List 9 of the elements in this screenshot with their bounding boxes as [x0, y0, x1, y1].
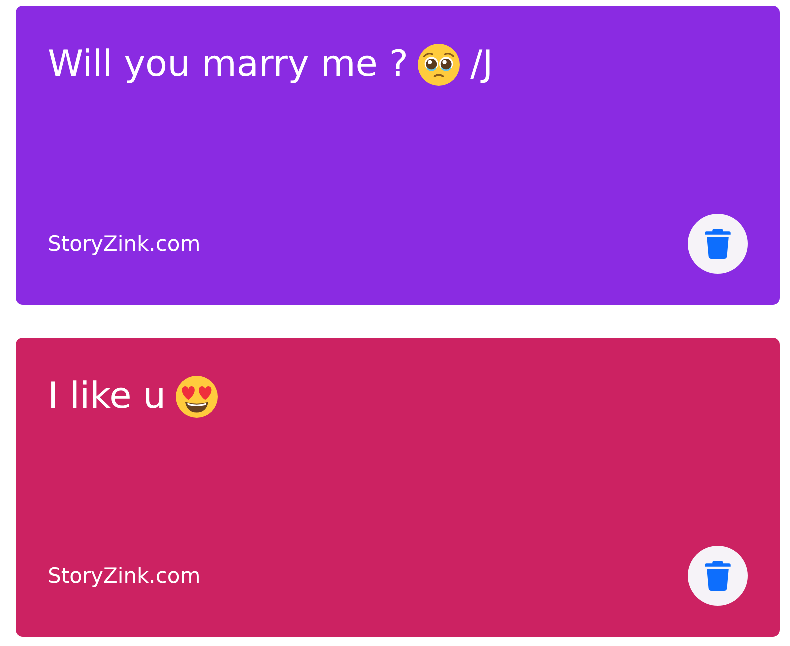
heart-eyes-face-icon	[176, 376, 218, 418]
site-label: StoryZink.com	[48, 563, 201, 590]
message-text: I like u	[48, 375, 166, 419]
site-label: StoryZink.com	[48, 231, 201, 258]
message-text: /J	[470, 43, 494, 87]
message-text: Will you marry me ?	[48, 43, 408, 87]
pleading-face-icon	[418, 44, 460, 86]
trash-icon	[705, 229, 731, 259]
trash-icon	[705, 561, 731, 591]
